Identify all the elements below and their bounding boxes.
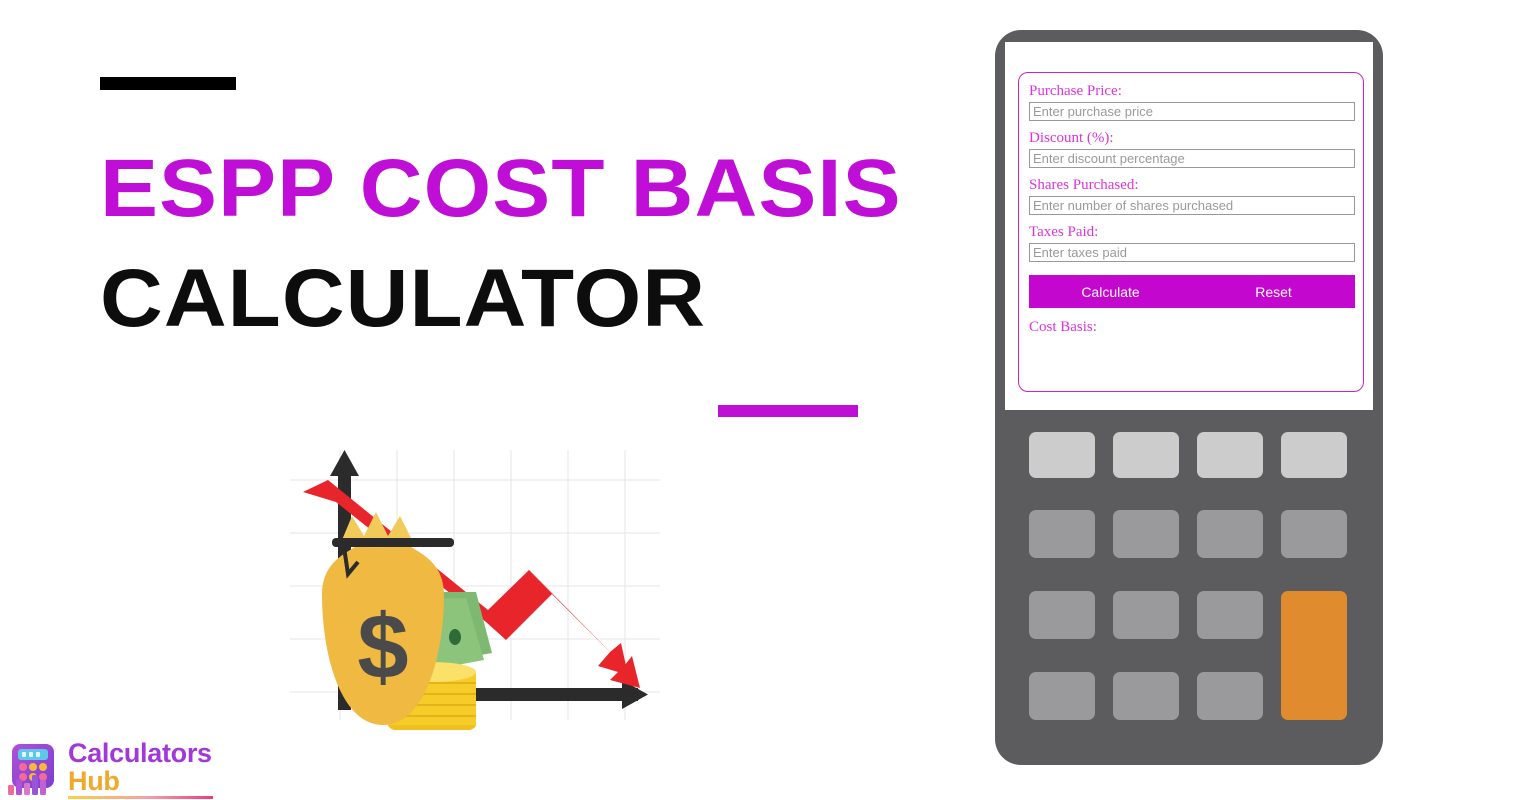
shares-purchased-input[interactable] [1029, 196, 1355, 215]
title-accent-rule [718, 405, 858, 417]
keypad-key-r1c4[interactable] [1281, 432, 1347, 478]
taxes-paid-label: Taxes Paid: [1029, 224, 1099, 240]
calculate-button[interactable]: Calculate [1029, 275, 1192, 308]
keypad-key-r1c3[interactable] [1197, 432, 1263, 478]
keypad-key-r4c3[interactable] [1197, 672, 1263, 720]
hero-panel: ESPP COST BASIS CALCULATOR $ Calculators… [0, 0, 990, 800]
keypad-key-r3c2[interactable] [1113, 591, 1179, 639]
reset-button[interactable]: Reset [1192, 275, 1355, 308]
keypad-key-r2c2[interactable] [1113, 510, 1179, 558]
logo-underline [68, 796, 213, 799]
keypad-key-r3c3[interactable] [1197, 591, 1263, 639]
declining-stock-money-bag-illustration: $ [280, 440, 670, 735]
taxes-paid-input[interactable] [1029, 243, 1355, 262]
purchase-price-label: Purchase Price: [1029, 83, 1122, 99]
discount-percent-label: Discount (%): [1029, 130, 1114, 146]
calculator-keypad [1029, 432, 1349, 732]
title-top-rule [100, 77, 236, 90]
keypad-key-equals-accent[interactable] [1281, 591, 1347, 720]
keypad-key-r1c1[interactable] [1029, 432, 1095, 478]
discount-percent-input[interactable] [1029, 149, 1355, 168]
logo-wordmark: Calculators Hub [68, 738, 212, 796]
espp-cost-basis-form: Purchase Price: Discount (%): Shares Pur… [1018, 72, 1364, 392]
calculators-hub-logo[interactable]: Calculators Hub [6, 738, 226, 800]
cost-basis-result-label: Cost Basis: [1029, 319, 1097, 335]
keypad-key-r3c1[interactable] [1029, 591, 1095, 639]
keypad-key-r4c2[interactable] [1113, 672, 1179, 720]
keypad-key-r4c1[interactable] [1029, 672, 1095, 720]
page-title-line-2: CALCULATOR [100, 253, 707, 344]
purchase-price-input[interactable] [1029, 102, 1355, 121]
keypad-key-r2c4[interactable] [1281, 510, 1347, 558]
keypad-key-r1c2[interactable] [1113, 432, 1179, 478]
svg-text:$: $ [357, 596, 408, 698]
form-action-bar: Calculate Reset [1029, 275, 1355, 308]
keypad-key-r2c3[interactable] [1197, 510, 1263, 558]
logo-word-calculators: Calculators [68, 738, 212, 768]
keypad-key-r2c1[interactable] [1029, 510, 1095, 558]
calculator-bar-chart-logo-icon [8, 744, 54, 795]
logo-word-hub: Hub [68, 766, 120, 796]
page-title-line-1: ESPP COST BASIS [100, 143, 902, 234]
shares-purchased-label: Shares Purchased: [1029, 177, 1139, 193]
